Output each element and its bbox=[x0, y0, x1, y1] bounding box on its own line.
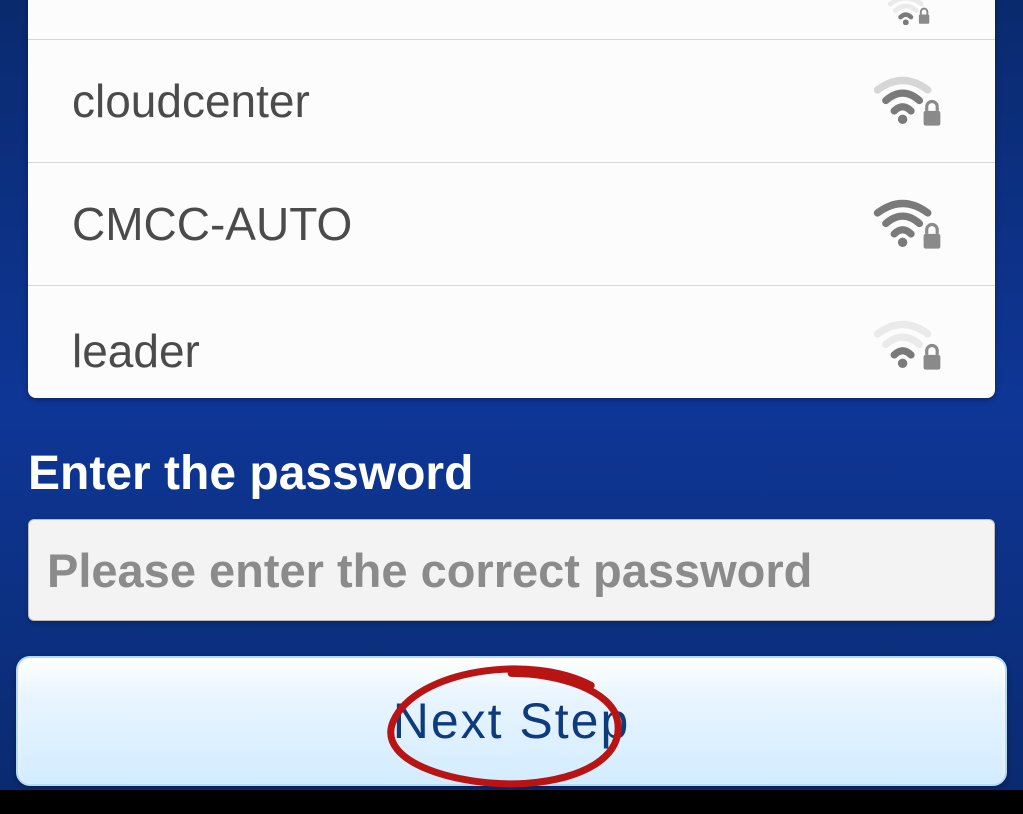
next-step-label: Next Step bbox=[393, 692, 631, 750]
wifi-name-label: CMCC-AUTO bbox=[72, 197, 352, 251]
wifi-signal-icon bbox=[871, 313, 951, 378]
wifi-item[interactable]: leader bbox=[28, 286, 995, 396]
wifi-item[interactable]: CMCC-AUTO bbox=[28, 0, 995, 40]
password-input[interactable] bbox=[28, 519, 995, 621]
wifi-list[interactable]: CMCC-AUTO cloudcenter bbox=[28, 0, 995, 398]
wifi-name-label: cloudcenter bbox=[72, 74, 310, 128]
next-button-container: Next Step bbox=[16, 656, 1007, 786]
wifi-name-label: leader bbox=[72, 324, 200, 378]
wifi-signal-icon bbox=[871, 69, 951, 134]
bottom-bar bbox=[0, 790, 1023, 814]
wifi-item[interactable]: CMCC-AUTO bbox=[28, 163, 995, 286]
wifi-signal-icon bbox=[871, 0, 951, 25]
password-section: Enter the password bbox=[28, 446, 995, 621]
wifi-signal-icon bbox=[871, 192, 951, 257]
next-step-button[interactable]: Next Step bbox=[16, 656, 1007, 786]
wifi-item[interactable]: cloudcenter bbox=[28, 40, 995, 163]
password-label: Enter the password bbox=[28, 446, 995, 501]
